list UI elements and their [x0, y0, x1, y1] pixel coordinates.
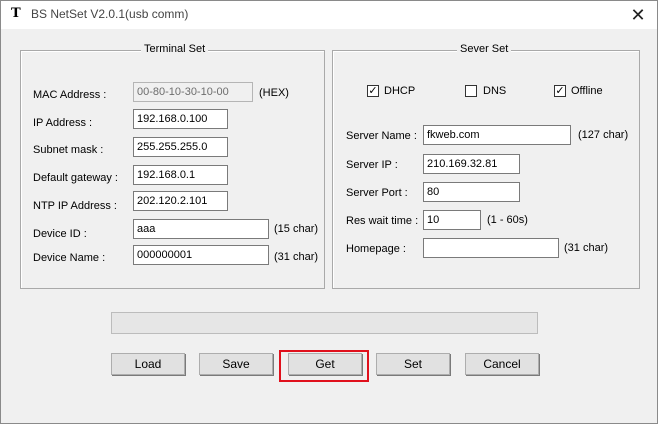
dns-checkbox[interactable]: [465, 85, 477, 97]
title-bar: T BS NetSet V2.0.1(usb comm) ✕: [1, 1, 657, 29]
ntp-ip-label: NTP IP Address :: [33, 200, 117, 212]
close-icon[interactable]: ✕: [625, 3, 651, 27]
ip-address-label: IP Address :: [33, 117, 93, 129]
server-ip-label: Server IP :: [346, 159, 398, 171]
server-port-field[interactable]: 80: [423, 182, 520, 202]
set-button[interactable]: Set: [376, 353, 450, 375]
server-port-label: Server Port :: [346, 187, 408, 199]
cancel-button[interactable]: Cancel: [465, 353, 539, 375]
device-name-field[interactable]: 000000001: [133, 245, 269, 265]
default-gateway-label: Default gateway :: [33, 172, 118, 184]
app-icon: T: [11, 6, 21, 21]
offline-label: Offline: [571, 85, 603, 97]
res-wait-field[interactable]: 10: [423, 210, 481, 230]
device-name-label: Device Name :: [33, 252, 106, 264]
load-button[interactable]: Load: [111, 353, 185, 375]
ip-address-field[interactable]: 192.168.0.100: [133, 109, 228, 129]
save-button[interactable]: Save: [199, 353, 273, 375]
res-wait-hint: (1 - 60s): [487, 214, 528, 226]
dhcp-checkbox[interactable]: ✓: [367, 85, 379, 97]
default-gateway-field[interactable]: 192.168.0.1: [133, 165, 228, 185]
homepage-hint: (31 char): [564, 242, 609, 254]
subnet-mask-label: Subnet mask :: [33, 144, 104, 156]
get-button[interactable]: Get: [288, 353, 362, 375]
device-name-hint: (31 char): [274, 251, 319, 263]
offline-checkbox[interactable]: ✓: [554, 85, 566, 97]
device-id-hint: (15 char): [274, 223, 319, 235]
res-wait-label: Res wait time :: [346, 215, 419, 227]
progress-bar: [111, 312, 538, 334]
dns-label: DNS: [483, 85, 507, 97]
mac-address-label: MAC Address :: [33, 89, 107, 101]
server-name-hint: (127 char): [578, 129, 629, 141]
window-title: BS NetSet V2.0.1(usb comm): [31, 7, 189, 21]
mac-hex-hint: (HEX): [259, 87, 289, 99]
server-set-legend: Sever Set: [457, 43, 512, 55]
device-id-field[interactable]: aaa: [133, 219, 269, 239]
device-id-label: Device ID :: [33, 228, 87, 240]
homepage-field[interactable]: [423, 238, 559, 258]
server-name-field[interactable]: fkweb.com: [423, 125, 571, 145]
terminal-set-legend: Terminal Set: [141, 43, 209, 55]
homepage-label: Homepage :: [346, 243, 406, 255]
ntp-ip-field[interactable]: 202.120.2.101: [133, 191, 228, 211]
app-window: T BS NetSet V2.0.1(usb comm) ✕ Terminal …: [0, 0, 658, 424]
server-ip-field[interactable]: 210.169.32.81: [423, 154, 520, 174]
mac-address-field: 00-80-10-30-10-00: [133, 82, 253, 102]
subnet-mask-field[interactable]: 255.255.255.0: [133, 137, 228, 157]
server-name-label: Server Name :: [346, 130, 417, 142]
dhcp-label: DHCP: [384, 85, 416, 97]
